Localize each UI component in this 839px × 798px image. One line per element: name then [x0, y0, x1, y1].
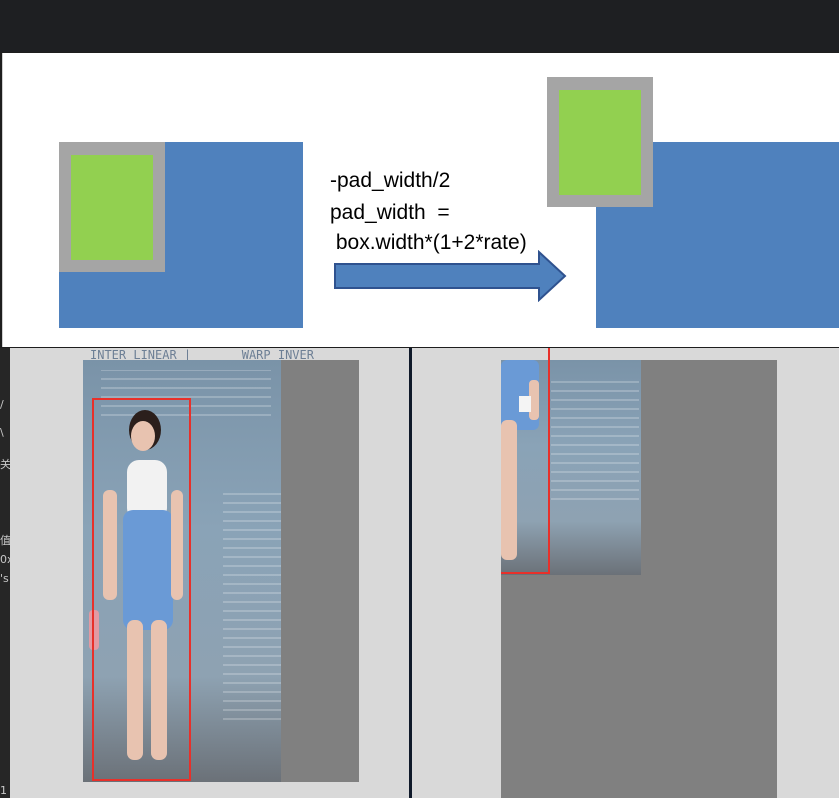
edge-glyph: 0x — [0, 553, 14, 566]
pad-fill-left — [281, 360, 359, 782]
code-line-1: float M_02 = box_.x - box_.width * 1 * r… — [0, 48, 839, 52]
code-editor: float M_02 = box_.x - box_.width * 1 * r… — [0, 0, 839, 52]
code-token: ; — [610, 50, 620, 52]
edge-glyph: / — [0, 398, 4, 411]
formula-text-1: -pad_width/2 — [330, 169, 451, 192]
box-rect-left — [71, 155, 153, 260]
edge-glyph: \ — [0, 426, 4, 439]
result-panels: / \ 关 值 0x 's 1 INTER_LINEAR | WARP_INVE… — [0, 348, 839, 798]
formula-text-2: pad_width = — [330, 201, 450, 224]
code-token: float — [4, 50, 54, 52]
edge-glyph: 关 — [0, 458, 11, 471]
code-token: 1 — [352, 50, 362, 52]
code-token: 0.5 — [580, 50, 610, 52]
edge-glyph: 's — [0, 572, 9, 585]
pad-fill-bottom — [501, 575, 641, 798]
crop-window-right — [412, 348, 839, 798]
right-arrow-icon — [334, 250, 567, 302]
crop-window-left: INTER_LINEAR | WARP_INVER — [10, 348, 410, 798]
box-rect-right — [559, 90, 641, 195]
padding-diagram: -pad_width/2 pad_width = box.width*(1+2*… — [2, 53, 839, 347]
edge-glyph: 1 — [0, 784, 7, 797]
bounding-box-left — [92, 398, 191, 781]
pad-fill-right — [641, 360, 777, 798]
bounding-box-right — [501, 348, 550, 574]
code-token: M_02 = box_.x - box_.width * — [54, 50, 352, 52]
code-token: * rate + pad_width * — [362, 50, 581, 52]
edge-glyph: 值 — [0, 534, 11, 547]
